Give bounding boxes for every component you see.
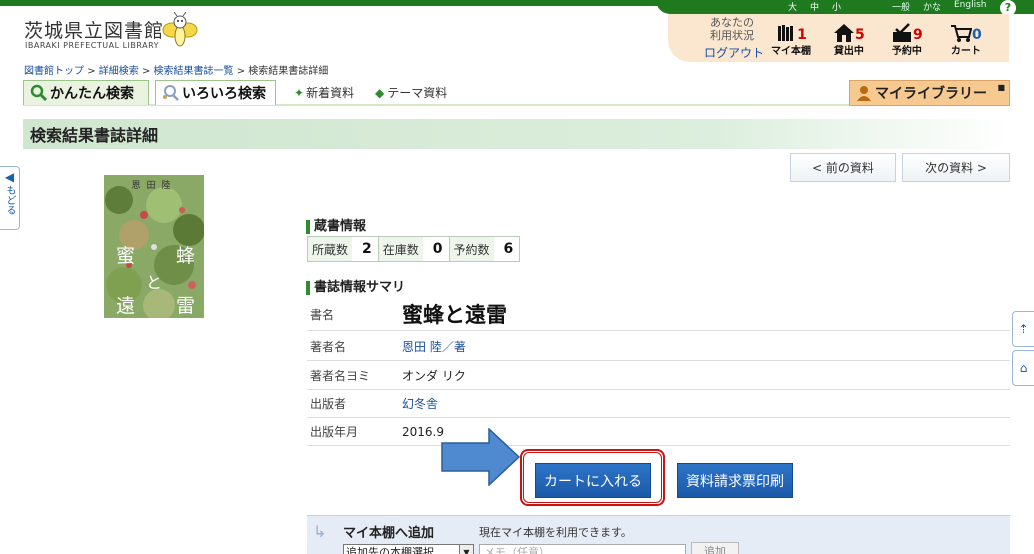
tab-new-materials[interactable]: ✦ 新着資料 xyxy=(294,80,354,105)
bookshelf-icon xyxy=(778,25,794,41)
lang-general[interactable]: 一般 xyxy=(892,0,910,13)
shelf-select[interactable]: 追加先の本棚選択 ▼ xyxy=(343,544,474,554)
tab-simple-search[interactable]: かんたん検索 xyxy=(23,80,149,105)
magnifier-multi-icon xyxy=(163,85,179,101)
add-to-cart-button[interactable]: カートに入れる xyxy=(535,463,651,498)
scroll-top-button[interactable]: ⇡ xyxy=(1012,311,1034,347)
holdings-table: 所蔵数 2 在庫数 0 予約数 6 xyxy=(307,236,521,262)
summary-row-author-reading: 著者名ヨミ オンダ リク xyxy=(307,362,1010,390)
book-title: 蜜蜂と遠雷 xyxy=(402,303,507,327)
magnifier-icon xyxy=(30,84,48,102)
font-size-language-bar: 大 中 小 一般 かな English ? xyxy=(656,0,1034,16)
status-label: あなたの 利用状況 xyxy=(710,16,754,42)
add-to-shelf-button[interactable]: 追加 xyxy=(691,542,739,554)
tag-icon: ◆ xyxy=(375,85,385,100)
status-loans[interactable]: 5 貸出中 xyxy=(833,23,865,57)
font-size-large[interactable]: 大 xyxy=(788,0,797,13)
breadcrumb-results-list[interactable]: 検索結果書誌一覧 xyxy=(154,66,234,77)
breadcrumb-library-top[interactable]: 図書館トップ xyxy=(24,66,84,77)
sparkle-icon: ✦ xyxy=(294,85,305,100)
status-reservations[interactable]: 9 予約中 xyxy=(891,23,923,57)
home-button[interactable]: ⌂ xyxy=(1012,350,1034,386)
next-item-button[interactable]: 次の資料 > xyxy=(902,153,1010,182)
summary-row-title: 書名 蜜蜂と遠雷 xyxy=(307,298,1010,331)
holdings-available: 在庫数 0 xyxy=(378,237,450,261)
lock-icon: ■ xyxy=(997,83,1005,92)
my-shelf-panel: ↳ マイ本棚へ追加 現在マイ本棚を利用できます。 追加先の本棚選択 ▼ メモ（任… xyxy=(307,515,1010,554)
pointer-arrow-icon xyxy=(441,428,521,486)
status-my-shelf[interactable]: 1 マイ本棚 xyxy=(771,23,811,57)
my-shelf-note: 現在マイ本棚を利用できます。 xyxy=(479,526,632,539)
user-icon xyxy=(857,86,871,101)
my-shelf-title: マイ本棚へ追加 xyxy=(343,526,435,541)
mascot-bee-icon xyxy=(162,12,198,47)
arrow-left-icon: ◀ xyxy=(4,170,15,184)
breadcrumb-current: 検索結果書誌詳細 xyxy=(248,66,329,77)
library-logo-text[interactable]: 茨城県立図書館 xyxy=(24,16,164,43)
tab-theme-materials[interactable]: ◆ テーマ資料 xyxy=(375,80,447,105)
memo-input[interactable]: メモ（任意） xyxy=(479,544,686,554)
tab-advanced-search[interactable]: いろいろ検索 xyxy=(155,80,276,105)
prev-item-button[interactable]: < 前の資料 xyxy=(790,153,896,182)
breadcrumb: 図書館トップ > 詳細検索 > 検索結果書誌一覧 > 検索結果書誌詳細 xyxy=(24,66,329,77)
reserved-books-icon xyxy=(893,23,911,42)
page-title: 検索結果書誌詳細 xyxy=(23,119,1010,149)
user-status-panel: あなたの 利用状況 ログアウト 1 マイ本棚 5 貸出中 9 予約中 0 カート xyxy=(668,14,1009,62)
summary-row-publisher: 出版者 幻冬舎 xyxy=(307,390,1010,418)
author-link[interactable]: 恩田 陸／著 xyxy=(402,338,466,355)
book-cover-image: 恩田陸 蜜 と 蜂 遠 雷 xyxy=(104,175,204,318)
breadcrumb-advanced-search[interactable]: 詳細検索 xyxy=(99,66,139,77)
status-cart[interactable]: 0 カート xyxy=(950,23,982,57)
library-logo-subtitle: IBARAKI PREFECTUAL LIBRARY xyxy=(25,41,160,50)
holdings-total: 所蔵数 2 xyxy=(308,237,379,261)
home-icon: ⌂ xyxy=(1019,361,1028,375)
arrow-up-to-top-icon: ⇡ xyxy=(1018,322,1029,336)
my-library-button[interactable]: マイライブラリー ■ xyxy=(849,80,1010,106)
print-request-slip-button[interactable]: 資料請求票印刷 xyxy=(677,463,793,498)
lang-english[interactable]: English xyxy=(954,0,987,10)
publisher-link[interactable]: 幻冬舎 xyxy=(402,395,438,412)
summary-heading: 書誌情報サマリ xyxy=(306,281,405,295)
summary-row-pubdate: 出版年月 2016.9 xyxy=(307,418,1010,446)
holdings-heading: 蔵書情報 xyxy=(306,220,366,234)
summary-row-author: 著者名 恩田 陸／著 xyxy=(307,333,1010,361)
font-size-medium[interactable]: 中 xyxy=(810,0,819,13)
lang-kana[interactable]: かな xyxy=(923,0,941,13)
chevron-down-icon: ▼ xyxy=(459,545,473,554)
house-icon xyxy=(834,24,854,42)
holdings-reserved: 予約数 6 xyxy=(449,237,520,261)
logout-link[interactable]: ログアウト xyxy=(704,44,764,61)
cart-icon xyxy=(951,25,972,42)
return-arrow-icon: ↳ xyxy=(313,522,327,541)
font-size-small[interactable]: 小 xyxy=(832,0,841,13)
back-button[interactable]: ◀ もどる xyxy=(0,166,20,230)
